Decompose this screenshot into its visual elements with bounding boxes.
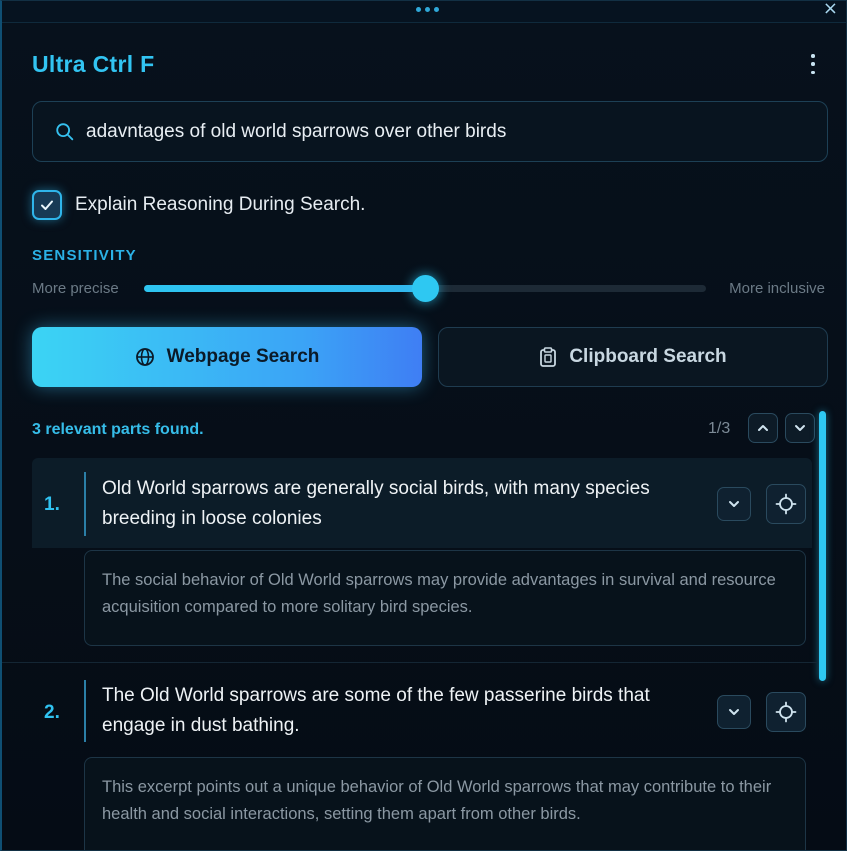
app-title: Ultra Ctrl F xyxy=(32,51,155,77)
results-count: 3 relevant parts found. xyxy=(32,421,204,438)
expand-result-button[interactable] xyxy=(717,487,751,521)
chevron-up-icon xyxy=(758,425,768,431)
result-accent-bar xyxy=(84,680,86,742)
result-explanation: The social behavior of Old World sparrow… xyxy=(84,550,806,646)
sensitivity-slider[interactable] xyxy=(144,275,706,302)
search-icon xyxy=(56,122,74,140)
close-icon[interactable]: × xyxy=(823,1,838,19)
search-input[interactable] xyxy=(86,120,827,143)
chevron-down-icon xyxy=(795,425,805,431)
webpage-search-button[interactable]: Webpage Search xyxy=(32,327,422,387)
explain-reasoning-label[interactable]: Explain Reasoning During Search. xyxy=(75,194,365,216)
expand-result-button[interactable] xyxy=(717,695,751,729)
chevron-down-icon xyxy=(729,709,739,715)
slider-fill xyxy=(144,285,425,292)
result-text: The Old World sparrows are some of the f… xyxy=(102,685,650,736)
result-explanation: This excerpt points out a unique behavio… xyxy=(84,757,806,850)
clipboard-search-label: Clipboard Search xyxy=(569,346,727,367)
locate-result-button[interactable] xyxy=(766,484,806,524)
slider-max-label: More inclusive xyxy=(729,280,825,297)
result-number: 1. xyxy=(44,494,60,515)
locate-result-button[interactable] xyxy=(766,692,806,732)
drag-bar[interactable]: × xyxy=(2,1,846,23)
search-box[interactable] xyxy=(32,101,828,162)
webpage-search-label: Webpage Search xyxy=(166,346,320,367)
result-number: 2. xyxy=(44,702,60,723)
slider-min-label: More precise xyxy=(32,280,119,297)
more-options-icon[interactable] xyxy=(810,54,816,74)
drag-handle-icon[interactable] xyxy=(416,7,439,12)
result-text: Old World sparrows are generally social … xyxy=(102,478,650,529)
clipboard-search-button[interactable]: Clipboard Search xyxy=(438,327,828,387)
chevron-down-icon xyxy=(729,501,739,507)
globe-icon xyxy=(135,348,154,366)
previous-result-button[interactable] xyxy=(748,413,778,443)
results-scrollbar[interactable] xyxy=(819,411,826,681)
next-result-button[interactable] xyxy=(785,413,815,443)
explain-reasoning-checkbox[interactable] xyxy=(32,190,62,220)
checkmark-icon xyxy=(41,200,53,210)
result-item[interactable]: 2. The Old World sparrows are some of th… xyxy=(32,664,812,760)
extension-panel: × Ultra Ctrl F Explain Reasoning During … xyxy=(0,0,847,851)
clipboard-icon xyxy=(540,347,557,367)
crosshair-icon xyxy=(775,493,797,515)
result-accent-bar xyxy=(84,472,86,536)
slider-thumb[interactable] xyxy=(412,275,439,302)
result-pager: 1/3 xyxy=(708,420,731,437)
result-item[interactable]: 1. Old World sparrows are generally soci… xyxy=(32,458,812,548)
sensitivity-title: SENSITIVITY xyxy=(32,247,137,264)
crosshair-icon xyxy=(775,701,797,723)
result-divider xyxy=(2,662,817,663)
